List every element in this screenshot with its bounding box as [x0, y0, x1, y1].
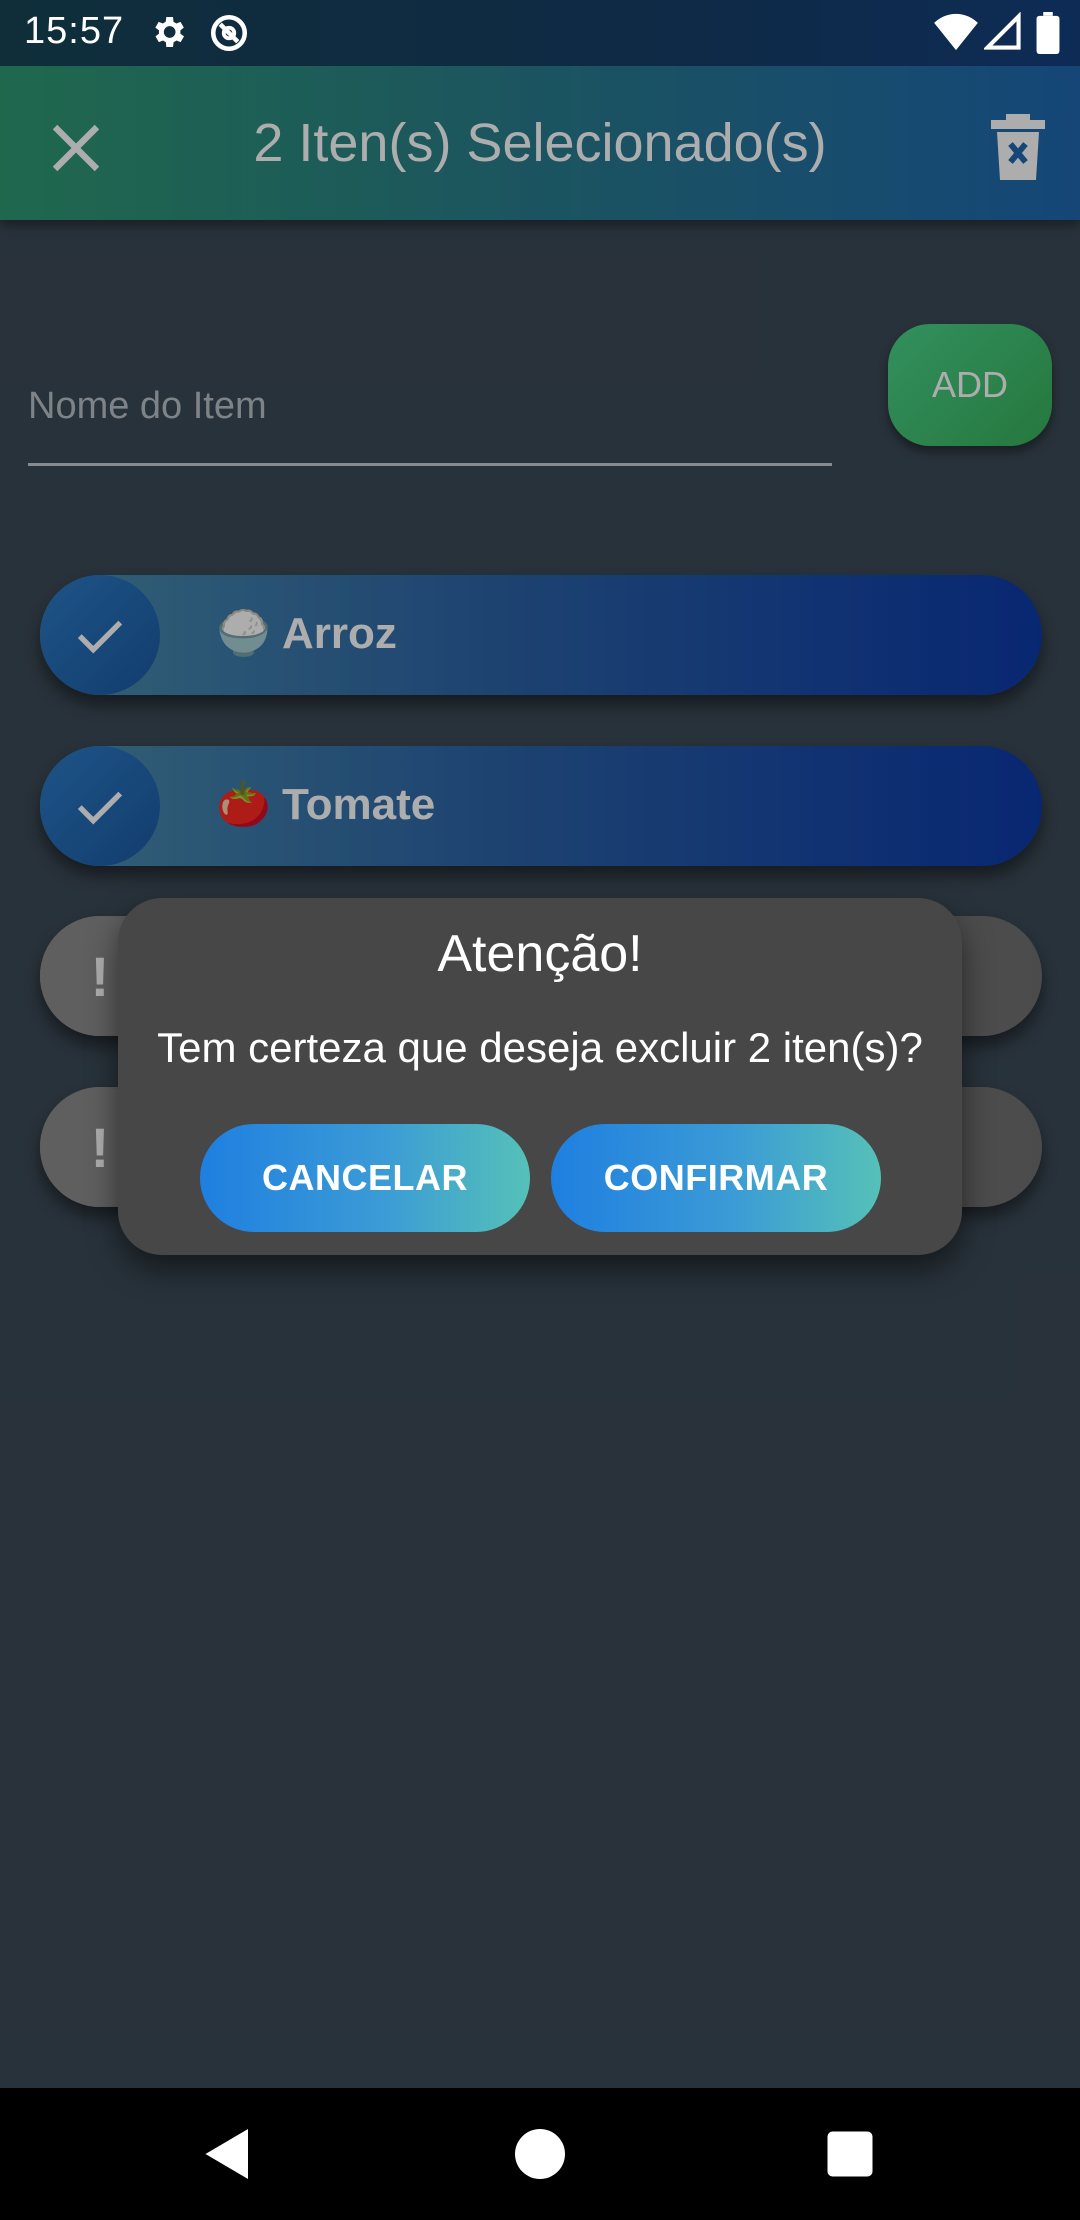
gear-icon	[148, 12, 188, 52]
dialog-message: Tem certeza que deseja excluir 2 iten(s)…	[157, 1024, 923, 1071]
navigation-bar	[0, 2088, 1080, 2220]
screen: 15:57 2 Iten(s) Selecionado(s) ADD	[0, 0, 1080, 2220]
wifi-icon	[934, 12, 978, 52]
cellular-icon	[984, 12, 1022, 52]
confirm-button[interactable]: CONFIRMAR	[551, 1124, 881, 1232]
dialog-title: Atenção!	[437, 925, 643, 983]
battery-icon	[1036, 12, 1060, 54]
confirm-dialog: Atenção! Tem certeza que deseja excluir …	[118, 898, 962, 1255]
home-icon[interactable]	[510, 2124, 570, 2184]
vpn-icon	[208, 12, 250, 54]
status-time: 15:57	[24, 10, 125, 52]
recents-icon[interactable]	[820, 2124, 880, 2184]
cancel-button[interactable]: CANCELAR	[200, 1124, 530, 1232]
status-bar: 15:57	[0, 0, 1080, 66]
back-icon[interactable]	[198, 2124, 258, 2184]
